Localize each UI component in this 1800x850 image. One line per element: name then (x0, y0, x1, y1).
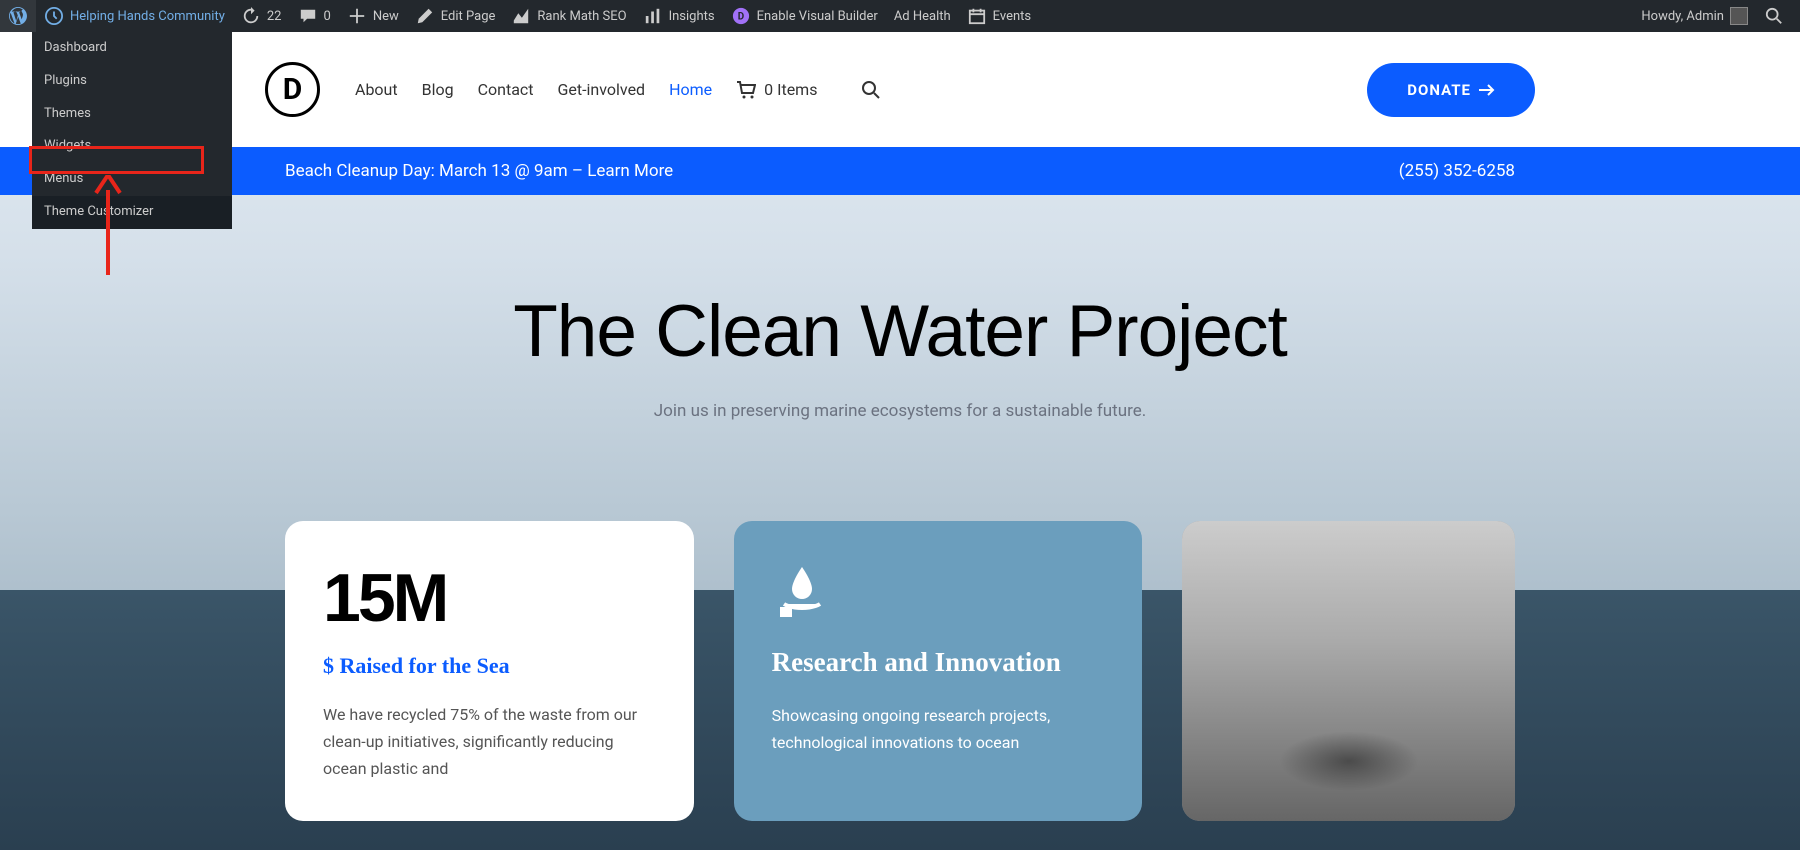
svg-text:D: D (737, 12, 743, 23)
avatar-icon (1730, 7, 1748, 25)
donate-button[interactable]: DONATE (1367, 63, 1535, 117)
nav-search-icon[interactable] (861, 80, 881, 100)
site-header: D About Blog Contact Get-involved Home 0… (0, 32, 1800, 147)
visual-builder-link[interactable]: D Enable Visual Builder (723, 0, 886, 32)
insights-label: Insights (669, 9, 715, 24)
updates-icon (241, 6, 261, 26)
events-link[interactable]: Events (959, 0, 1039, 32)
research-card: Research and Innovation Showcasing ongoi… (734, 521, 1143, 821)
stat-card: 15M $ Raised for the Sea We have recycle… (285, 521, 694, 821)
howdy-text: Howdy, Admin (1641, 9, 1724, 24)
stat-label: $ Raised for the Sea (323, 653, 656, 679)
bars-icon (643, 6, 663, 26)
calendar-icon (967, 6, 987, 26)
new-label: New (373, 9, 399, 24)
water-drop-icon (772, 559, 832, 619)
nav-contact[interactable]: Contact (478, 80, 534, 99)
research-body: Showcasing ongoing research projects, te… (772, 702, 1105, 756)
site-dropdown-menu: Dashboard Plugins Themes Widgets Menus T… (32, 32, 232, 229)
site-name-text: Helping Hands Community (70, 9, 225, 24)
visual-builder-label: Enable Visual Builder (757, 9, 878, 24)
edit-page-label: Edit Page (441, 9, 496, 24)
edit-page-link[interactable]: Edit Page (407, 0, 504, 32)
wordpress-icon (8, 6, 28, 26)
announcement-text: Beach Cleanup Day: March 13 @ 9am – Lear… (285, 161, 673, 181)
feature-cards: 15M $ Raised for the Sea We have recycle… (265, 521, 1535, 821)
dropdown-menus[interactable]: Menus (32, 163, 232, 196)
updates-count: 22 (267, 9, 282, 24)
new-content-link[interactable]: New (339, 0, 407, 32)
announcement-link[interactable]: Learn More (587, 161, 673, 181)
image-card (1182, 521, 1515, 821)
arrow-right-icon (1479, 84, 1495, 96)
comments-icon (298, 6, 318, 26)
cart-icon (736, 81, 756, 99)
comments-link[interactable]: 0 (290, 0, 339, 32)
dashboard-icon (44, 6, 64, 26)
donate-label: DONATE (1407, 81, 1471, 99)
phone-number: (255) 352-6258 (1399, 161, 1515, 181)
dropdown-themes[interactable]: Themes (32, 98, 232, 131)
plus-icon (347, 6, 367, 26)
dropdown-plugins[interactable]: Plugins (32, 65, 232, 98)
wp-logo[interactable] (0, 0, 36, 32)
rank-math-label: Rank Math SEO (537, 9, 626, 24)
comments-count: 0 (324, 9, 331, 24)
research-title: Research and Innovation (772, 645, 1105, 680)
divi-icon: D (731, 6, 751, 26)
cart-count: 0 Items (764, 80, 817, 99)
my-account-link[interactable]: Howdy, Admin (1633, 0, 1756, 32)
dropdown-widgets[interactable]: Widgets (32, 130, 232, 163)
nav-get-involved[interactable]: Get-involved (558, 80, 646, 99)
cart-link[interactable]: 0 Items (736, 80, 817, 99)
stat-value: 15M (323, 559, 656, 637)
nav-blog[interactable]: Blog (422, 80, 454, 99)
insights-link[interactable]: Insights (635, 0, 723, 32)
nav-home[interactable]: Home (669, 80, 712, 99)
beach-photo (1182, 521, 1515, 821)
updates-link[interactable]: 22 (233, 0, 290, 32)
hero-subtitle: Join us in preserving marine ecosystems … (0, 401, 1800, 421)
nav-about[interactable]: About (355, 80, 398, 99)
search-icon (1764, 6, 1784, 26)
site-logo[interactable]: D (265, 62, 320, 117)
ad-health-label: Ad Health (894, 9, 951, 24)
events-label: Events (993, 9, 1031, 24)
dropdown-theme-customizer[interactable]: Theme Customizer (32, 196, 232, 229)
adminbar-search[interactable] (1756, 0, 1792, 32)
hero-title: The Clean Water Project (0, 290, 1800, 373)
stat-body: We have recycled 75% of the waste from o… (323, 701, 656, 783)
rank-math-link[interactable]: Rank Math SEO (503, 0, 634, 32)
dropdown-dashboard[interactable]: Dashboard (32, 32, 232, 65)
primary-nav: About Blog Contact Get-involved Home 0 I… (355, 80, 881, 100)
hero-section: The Clean Water Project Join us in prese… (0, 195, 1800, 421)
chart-icon (511, 6, 531, 26)
wp-admin-bar: Helping Hands Community 22 0 New Edit Pa… (0, 0, 1800, 32)
site-name-link[interactable]: Helping Hands Community (36, 0, 233, 32)
announcement-bar: Beach Cleanup Day: March 13 @ 9am – Lear… (0, 147, 1800, 195)
ad-health-link[interactable]: Ad Health (886, 0, 959, 32)
pencil-icon (415, 6, 435, 26)
